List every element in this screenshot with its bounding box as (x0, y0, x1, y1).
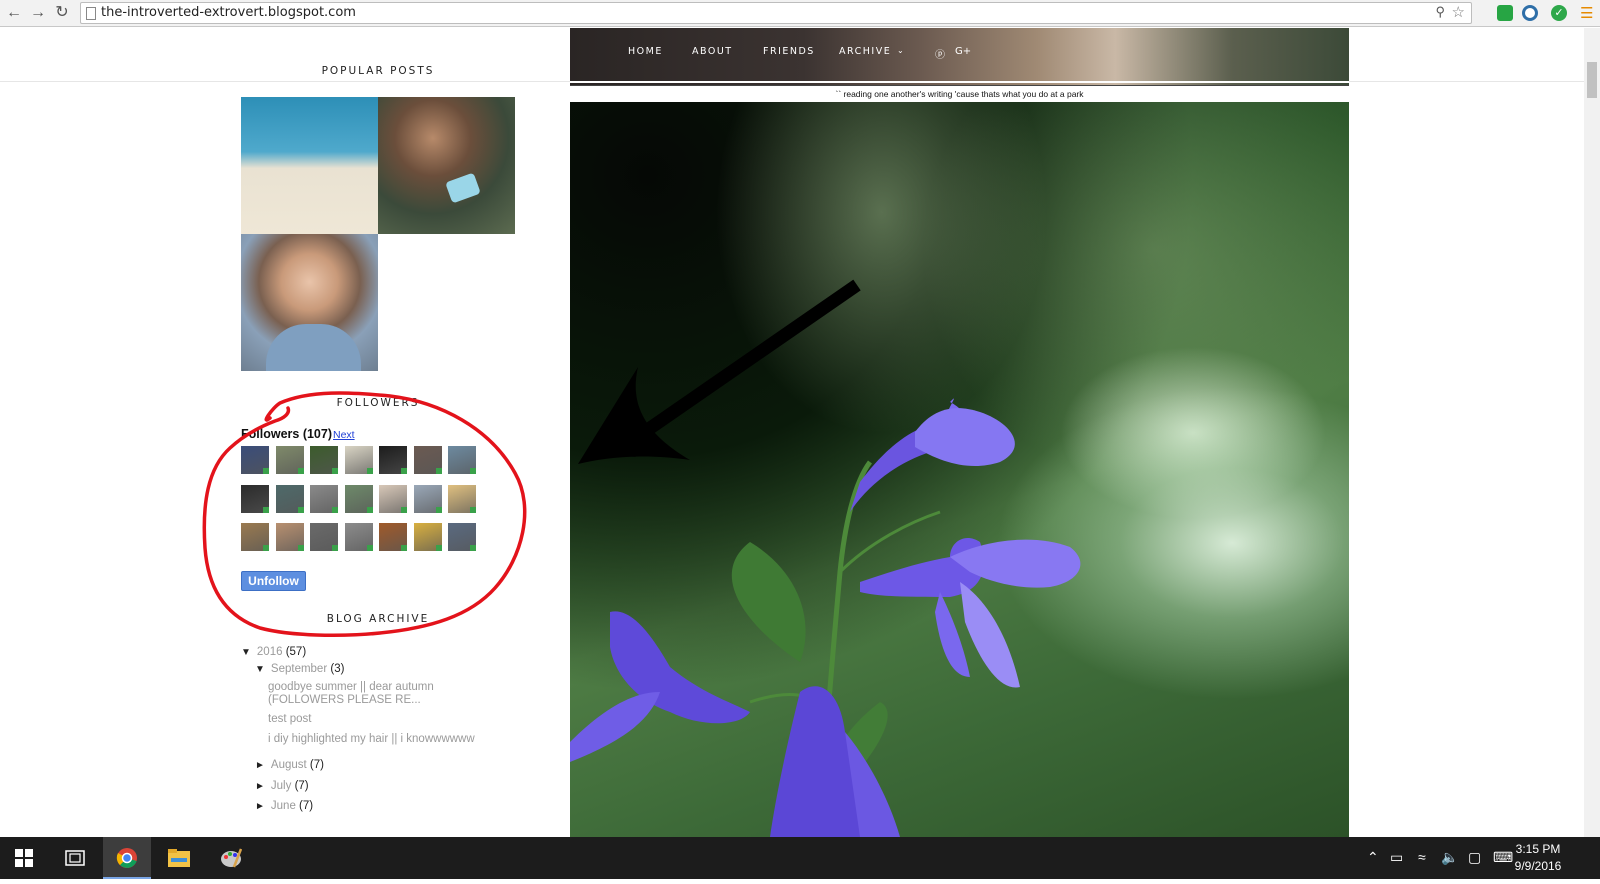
phone-shape (445, 172, 481, 204)
collapse-triangle-icon[interactable]: ▼ (241, 647, 251, 658)
task-view-icon[interactable] (51, 837, 99, 879)
archive-month-label[interactable]: August (271, 759, 307, 771)
clock-date[interactable]: 9/9/2016 (1508, 859, 1568, 873)
show-hidden-icons-icon[interactable]: ⌃ (1367, 849, 1379, 866)
extension-icon[interactable] (1497, 5, 1513, 21)
archive-post-link[interactable]: test post (268, 713, 528, 726)
eye-extension-icon[interactable] (1522, 5, 1538, 21)
scrollbar-thumb[interactable] (1587, 62, 1597, 98)
archive-month-august[interactable]: ► August (7) (255, 759, 324, 771)
post-caption: `` reading one another's writing 'cause … (835, 89, 1084, 99)
check-extension-icon[interactable]: ✓ (1551, 5, 1567, 21)
clock-time[interactable]: 3:15 PM (1508, 842, 1568, 856)
address-bar[interactable]: the-introverted-extrovert.blogspot.com ⚲… (80, 2, 1472, 24)
expand-triangle-icon[interactable]: ► (255, 801, 265, 812)
zoom-icon[interactable]: ⚲ (1435, 4, 1445, 20)
windows-taskbar: ⌃ ▭ ≈ 🔈 ▢ ⌨ 3:15 PM 9/9/2016 (0, 837, 1600, 879)
wifi-icon[interactable]: ≈ (1418, 849, 1426, 865)
chrome-taskbar-icon[interactable] (103, 837, 151, 879)
popular-posts-title: POPULAR POSTS (321, 65, 435, 77)
header-rule (570, 85, 1349, 86)
bookmark-star-icon[interactable]: ☆ (1452, 3, 1465, 21)
archive-month-count: (7) (309, 759, 324, 771)
archive-month-label[interactable]: June (271, 800, 296, 812)
red-circle-annotation (202, 391, 527, 638)
expand-triangle-icon[interactable]: ► (255, 760, 265, 771)
archive-post-link[interactable]: i diy highlighted my hair || i knowwwwww (268, 733, 528, 746)
nav-about[interactable]: ABOUT (692, 46, 733, 57)
file-explorer-icon[interactable] (155, 837, 203, 879)
archive-month-count: (7) (299, 800, 314, 812)
post-photo-flowers (570, 102, 1349, 837)
archive-month-label[interactable]: September (271, 663, 327, 675)
paint-app-icon[interactable] (207, 837, 255, 879)
popular-post-thumb-phone[interactable] (378, 97, 515, 234)
reload-icon[interactable]: ↻ (52, 3, 72, 23)
back-arrow-icon[interactable]: ← (4, 3, 24, 23)
archive-month-count: (3) (330, 663, 345, 675)
popular-post-thumb-beach[interactable] (241, 97, 378, 234)
page-viewport: POPULAR POSTS FOLLOWERS Followers (107) … (0, 28, 1600, 837)
archive-month-september[interactable]: ▼ September (3) (255, 663, 344, 675)
pinterest-icon[interactable]: ⓟ (935, 46, 947, 61)
forward-arrow-icon[interactable]: → (28, 3, 48, 23)
browser-menu-icon[interactable]: ☰ (1580, 4, 1593, 22)
browser-toolbar: ← → ↻ the-introverted-extrovert.blogspot… (0, 0, 1600, 27)
main-nav: HOME ABOUT FRIENDS ARCHIVE ⌄ ⓟ G+ (570, 46, 1349, 61)
archive-month-june[interactable]: ► June (7) (255, 800, 313, 812)
nav-archive[interactable]: ARCHIVE (839, 46, 891, 57)
page-scrollbar[interactable] (1584, 28, 1600, 837)
volume-icon[interactable]: 🔈 (1441, 849, 1458, 866)
page-icon (86, 7, 96, 20)
header-rule (570, 81, 1349, 83)
expand-triangle-icon[interactable]: ► (255, 781, 265, 792)
shirt-shape (266, 324, 361, 371)
archive-post-link[interactable]: goodbye summer || dear autumn (FOLLOWERS… (268, 681, 468, 707)
chevron-down-icon[interactable]: ⌄ (897, 46, 905, 55)
url-text[interactable]: the-introverted-extrovert.blogspot.com (101, 5, 356, 20)
archive-month-july[interactable]: ► July (7) (255, 780, 309, 792)
archive-month-label[interactable]: July (271, 780, 291, 792)
archive-year-label[interactable]: 2016 (257, 646, 283, 658)
popular-post-thumb-girl[interactable] (241, 234, 378, 371)
windows-start-icon[interactable] (0, 837, 48, 879)
blog-archive-title: BLOG ARCHIVE (326, 613, 430, 625)
archive-year-2016[interactable]: ▼ 2016 (57) (241, 646, 306, 658)
notifications-icon[interactable]: ▢ (1468, 849, 1481, 866)
googleplus-icon[interactable]: G+ (955, 46, 971, 57)
archive-year-count: (57) (285, 646, 307, 658)
nav-home[interactable]: HOME (628, 46, 663, 57)
flower-illustration (570, 279, 1081, 837)
battery-icon[interactable]: ▭ (1390, 849, 1403, 866)
collapse-triangle-icon[interactable]: ▼ (255, 664, 265, 675)
nav-friends[interactable]: FRIENDS (763, 46, 815, 57)
archive-month-count: (7) (294, 780, 309, 792)
